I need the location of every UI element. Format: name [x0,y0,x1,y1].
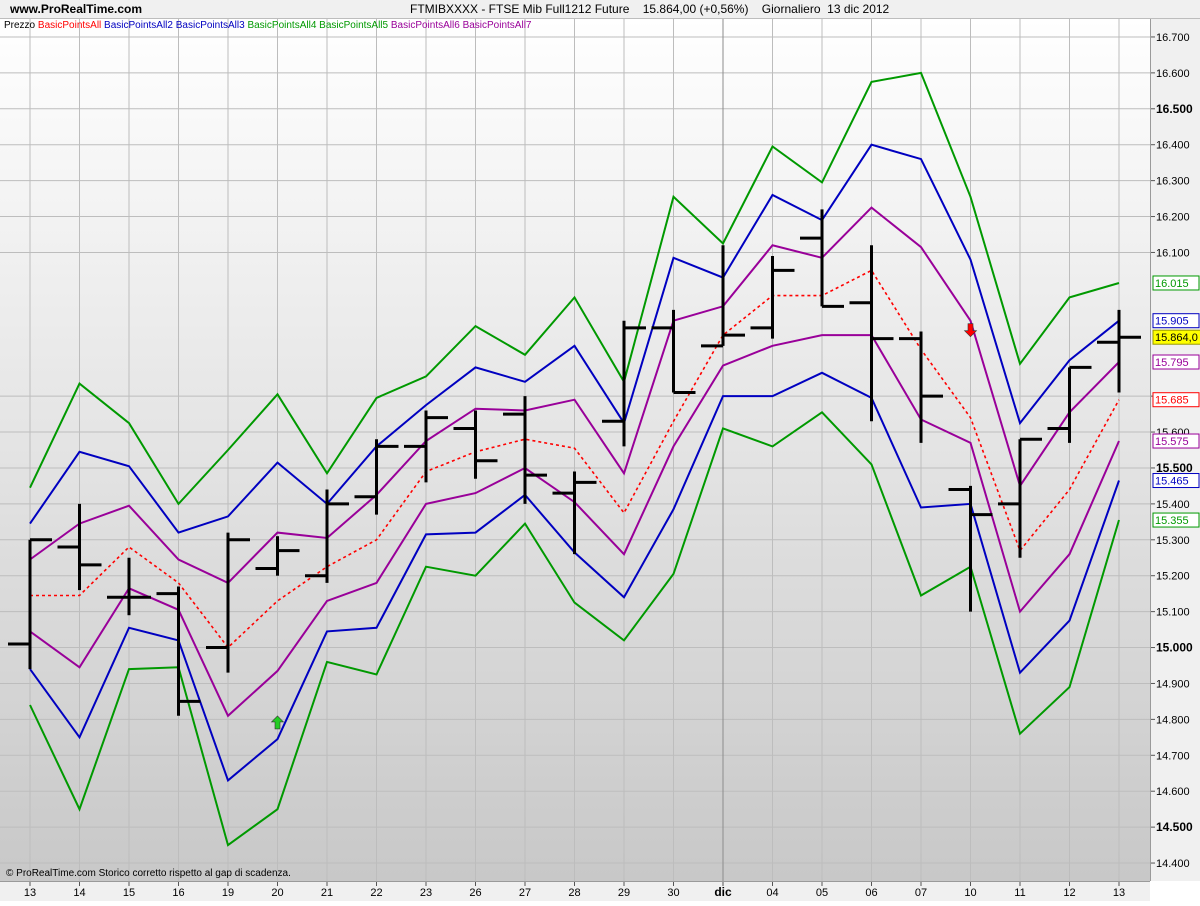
y-tick-label: 14.700 [1156,750,1190,762]
x-tick-label: 27 [519,887,531,899]
date-axis[interactable]: 13 14 15 16 19 20 21 22 23 26 27 28 29 30 dic 04 05 06 07 1… [0,881,1150,901]
y-tick-label: 16.400 [1156,140,1190,152]
y-tick-label: 15.100 [1156,607,1190,619]
x-tick-label: 10 [964,887,976,899]
x-tick-label: 06 [865,887,877,899]
x-tick-label: 13 [24,887,36,899]
x-tick-label: 26 [469,887,481,899]
x-tick-label: 23 [420,887,432,899]
y-tick-label: 15.300 [1156,535,1190,547]
y-tick-label: 16.500 [1156,102,1193,116]
y-tick-label: 14.900 [1156,678,1190,690]
y-tick-label: 16.700 [1156,32,1190,44]
x-tick-label: 30 [667,887,679,899]
x-tick-label: 15 [123,887,135,899]
series-value-label: 16.015 [1155,278,1189,290]
y-tick-label: 16.100 [1156,247,1190,259]
chart-title: FTMIBXXXX - FTSE Mib Full1212 Future 15.… [410,2,890,16]
plot-area[interactable] [0,19,1150,881]
chart-legend: Prezzo BasicPointsAll BasicPointsAll2 Ba… [4,20,531,31]
x-tick-label: 16 [172,887,184,899]
x-tick-label: 12 [1063,887,1075,899]
series-value-label: 15.465 [1155,476,1189,488]
x-tick-label: 07 [915,887,927,899]
series-value-label: 15.575 [1155,436,1189,448]
price-chart[interactable] [0,19,1150,881]
last-price-label: 15.864,0 [1155,332,1198,344]
y-tick-label: 15.500 [1156,461,1193,475]
x-tick-label: 11 [1014,887,1025,899]
series-value-label: 15.905 [1155,316,1189,328]
legend-item: BasicPointsAll4 [247,20,317,31]
x-tick-label: 29 [618,887,630,899]
date-axis-svg: 13 14 15 16 19 20 21 22 23 26 27 28 29 30 dic 04 05 06 07 1… [24,882,1125,899]
x-tick-label: 04 [766,887,778,899]
legend-item: BasicPointsAll6 [390,20,460,31]
price-axis[interactable]: 16.700 16.600 16.500 16.400 16.300 16.200 16.1… [1150,19,1200,881]
x-tick-label: 22 [370,887,382,899]
y-tick-label: 14.500 [1156,820,1193,834]
x-tick-label: 21 [321,887,333,899]
x-tick-label: 20 [271,887,283,899]
legend-item: BasicPointsAll3 [175,20,245,31]
legend-item: BasicPointsAll2 [104,20,173,31]
legend-item: Prezzo [4,20,36,31]
legend-item: BasicPointsAll5 [319,20,389,31]
y-tick-label: 15.400 [1156,499,1190,511]
x-tick-label: dic [714,885,732,899]
x-tick-label: 14 [73,887,85,899]
series-value-label: 15.355 [1155,515,1189,527]
x-tick-label: 05 [816,887,828,899]
y-tick-label: 14.600 [1156,786,1190,798]
price-axis-svg: 16.700 16.600 16.500 16.400 16.300 16.200 16.1… [1151,32,1200,870]
y-tick-label: 16.200 [1156,212,1190,224]
y-tick-label: 16.300 [1156,176,1190,188]
legend-item: BasicPointsAll [37,20,102,31]
site-link[interactable]: www.ProRealTime.com [10,2,142,16]
chart-header: www.ProRealTime.com FTMIBXXXX - FTSE Mib… [0,0,1200,19]
legend-item: BasicPointsAll7 [462,20,532,31]
y-tick-label: 15.000 [1156,641,1193,655]
y-tick-label: 16.600 [1156,68,1190,80]
x-tick-label: 19 [222,887,234,899]
y-tick-label: 14.400 [1156,858,1190,870]
x-tick-label: 13 [1113,887,1125,899]
series-value-label: 15.685 [1155,395,1189,407]
y-tick-label: 15.200 [1156,571,1190,583]
series-value-label: 15.795 [1155,357,1189,369]
y-tick-label: 14.800 [1156,714,1190,726]
x-tick-label: 28 [568,887,580,899]
copyright-note: © ProRealTime.com Storico corretto rispe… [6,868,291,879]
